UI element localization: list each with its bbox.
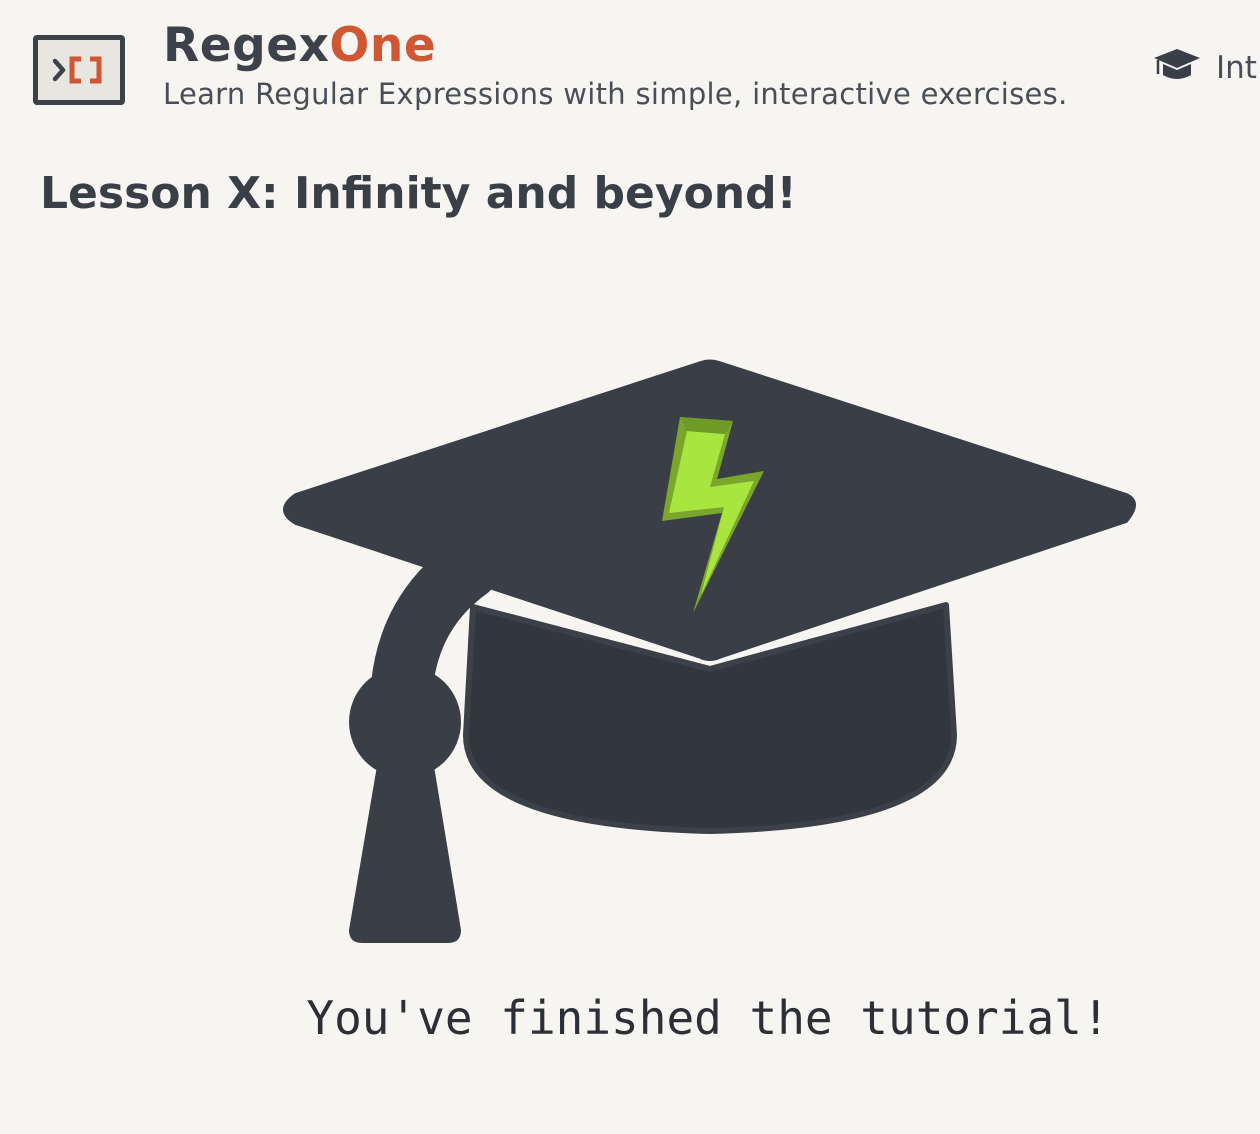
graduation-cap-lightning-icon (283, 359, 1136, 943)
graduation-cap-icon (1154, 49, 1200, 79)
finish-message: You've finished the tutorial! (306, 991, 1110, 1045)
lesson-title: Lesson X: Infinity and beyond! (40, 168, 797, 219)
site-tagline: Learn Regular Expressions with simple, i… (163, 77, 1068, 111)
brand-name-one: One (329, 18, 437, 73)
site-header: RegexOne Learn Regular Expressions with … (0, 0, 1260, 130)
brand-name-regex: Regex (163, 18, 330, 73)
nav-link-label: Int (1216, 50, 1257, 86)
regexone-logo-icon[interactable] (33, 35, 125, 105)
brand-name[interactable]: RegexOne (163, 20, 436, 72)
nav-link-interactive-tutorial[interactable]: Int (1152, 46, 1257, 90)
